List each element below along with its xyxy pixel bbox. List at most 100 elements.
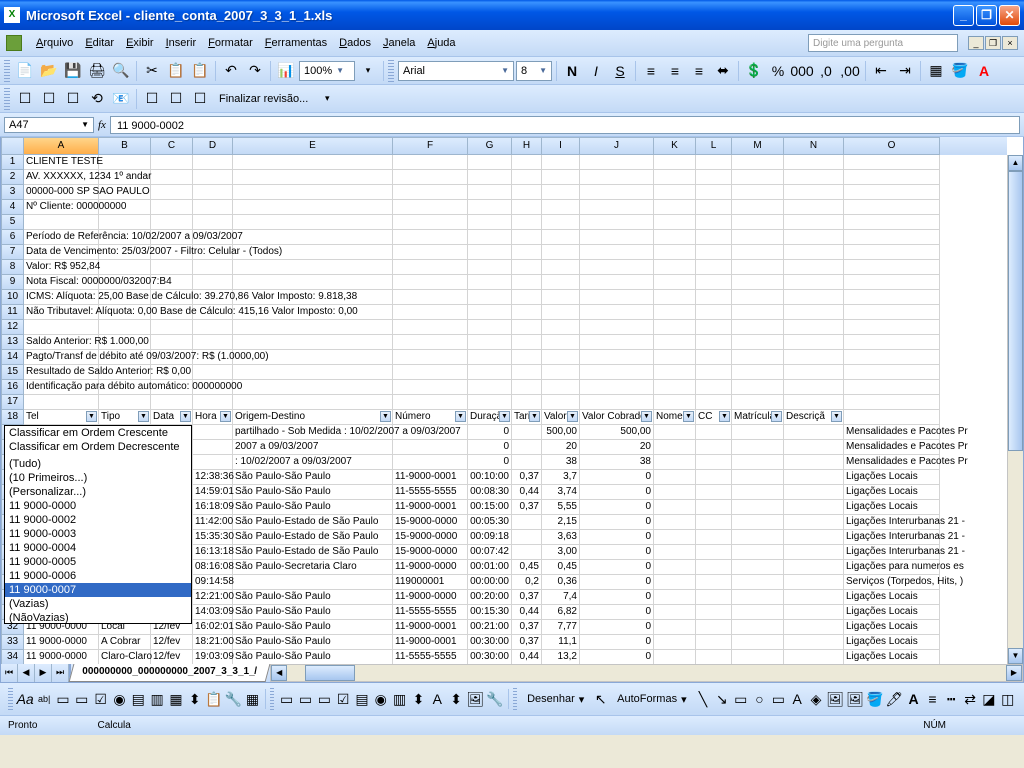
dropdown-item[interactable]: (NãoVazias) (5, 611, 191, 625)
percent-icon[interactable]: % (767, 60, 789, 82)
row-header[interactable]: 13 (1, 335, 24, 350)
cell[interactable]: Ligações Interurbanas 21 - (844, 545, 940, 560)
cell[interactable] (193, 185, 233, 200)
cell[interactable] (844, 350, 940, 365)
cell[interactable] (784, 155, 844, 170)
row-header[interactable]: 16 (1, 380, 24, 395)
control-icon[interactable]: ▭ (316, 688, 333, 710)
cell[interactable] (784, 575, 844, 590)
filter-arrow-icon[interactable]: ▼ (86, 411, 97, 422)
scroll-thumb[interactable] (1008, 171, 1023, 451)
cell[interactable]: 13,2 (542, 650, 580, 664)
filter-arrow-icon[interactable]: ▼ (220, 411, 231, 422)
cell[interactable] (784, 350, 844, 365)
cell[interactable]: São Paulo-Secretaria Claro (233, 560, 393, 575)
control-icon[interactable]: 🖼 (467, 688, 485, 710)
control-icon[interactable]: ▤ (354, 688, 371, 710)
cell[interactable] (732, 620, 784, 635)
size-combo[interactable]: 8▼ (516, 61, 552, 81)
cell[interactable] (542, 395, 580, 410)
cell[interactable] (393, 170, 468, 185)
cell[interactable]: 0,45 (542, 560, 580, 575)
cell[interactable] (844, 155, 940, 170)
label-icon[interactable]: Aa (17, 688, 34, 710)
cell[interactable]: Hora▼ (193, 410, 233, 425)
cell[interactable] (784, 455, 844, 470)
toolbar-handle[interactable] (8, 688, 13, 710)
row-header[interactable]: 33 (1, 635, 24, 650)
col-header-H[interactable]: H (512, 137, 542, 155)
cell[interactable]: 3,63 (542, 530, 580, 545)
cell[interactable] (542, 290, 580, 305)
cell[interactable] (512, 545, 542, 560)
cell[interactable] (844, 230, 940, 245)
cell[interactable]: Data▼ (151, 410, 193, 425)
cell[interactable]: 18:21:00 (193, 635, 233, 650)
copy-icon[interactable]: 📋 (165, 60, 187, 82)
cell[interactable] (784, 395, 844, 410)
cell[interactable] (784, 230, 844, 245)
cell[interactable] (542, 170, 580, 185)
cell[interactable]: 09:14:58 (193, 575, 233, 590)
cell[interactable] (99, 260, 151, 275)
cell[interactable] (784, 650, 844, 664)
cell[interactable] (784, 485, 844, 500)
cell[interactable] (542, 305, 580, 320)
cell[interactable]: São Paulo-São Paulo (233, 485, 393, 500)
cell[interactable] (732, 380, 784, 395)
dec-indent-icon[interactable]: ⇤ (870, 60, 892, 82)
cell[interactable] (468, 155, 512, 170)
cell[interactable]: Ligações Locais (844, 650, 940, 664)
cell[interactable] (580, 155, 654, 170)
cell[interactable] (732, 500, 784, 515)
cell[interactable] (784, 305, 844, 320)
cell[interactable] (654, 395, 696, 410)
arrow-style-icon[interactable]: ⇄ (962, 688, 979, 710)
cell[interactable] (784, 605, 844, 620)
cell[interactable] (784, 470, 844, 485)
cell[interactable] (732, 320, 784, 335)
cell[interactable] (512, 335, 542, 350)
cell[interactable] (732, 260, 784, 275)
cell[interactable] (696, 215, 732, 230)
tb-icon[interactable]: ☐ (38, 88, 60, 110)
cell[interactable]: 16:13:18 (193, 545, 233, 560)
cell[interactable] (393, 335, 468, 350)
cell[interactable] (512, 230, 542, 245)
filter-arrow-icon[interactable]: ▼ (180, 411, 191, 422)
cell[interactable] (732, 575, 784, 590)
cell[interactable]: 0 (468, 440, 512, 455)
wordart-icon[interactable]: A (789, 688, 806, 710)
cell[interactable] (654, 425, 696, 440)
group-icon[interactable]: ▭ (55, 688, 72, 710)
cell[interactable] (784, 185, 844, 200)
cell[interactable]: Serviços (Torpedos, Hits, ) (844, 575, 940, 590)
cell[interactable] (654, 380, 696, 395)
cell[interactable] (580, 290, 654, 305)
cell[interactable] (512, 515, 542, 530)
cell[interactable] (696, 650, 732, 664)
cell[interactable] (468, 305, 512, 320)
cell[interactable] (193, 260, 233, 275)
cell[interactable] (784, 335, 844, 350)
cell[interactable] (542, 365, 580, 380)
cell[interactable] (512, 320, 542, 335)
textbox-icon[interactable]: ab| (36, 688, 53, 710)
cell[interactable] (512, 530, 542, 545)
font-color-icon[interactable]: A (905, 688, 922, 710)
cell[interactable]: 00:09:18 (468, 530, 512, 545)
cell[interactable]: 14:59:01 (193, 485, 233, 500)
cell[interactable] (732, 635, 784, 650)
cell[interactable]: Não Tributavel: Alíquota: 0,00 Base de C… (24, 305, 99, 320)
cell[interactable]: 11-9000-0001 (393, 635, 468, 650)
cell[interactable] (784, 500, 844, 515)
cell[interactable] (193, 215, 233, 230)
name-box[interactable]: A47▼ (4, 117, 94, 133)
cell[interactable] (784, 170, 844, 185)
cell[interactable] (542, 245, 580, 260)
cell[interactable] (393, 455, 468, 470)
cell[interactable] (784, 320, 844, 335)
cell[interactable] (151, 185, 193, 200)
cell[interactable]: Ligações Locais (844, 500, 940, 515)
cell[interactable]: 0 (580, 530, 654, 545)
